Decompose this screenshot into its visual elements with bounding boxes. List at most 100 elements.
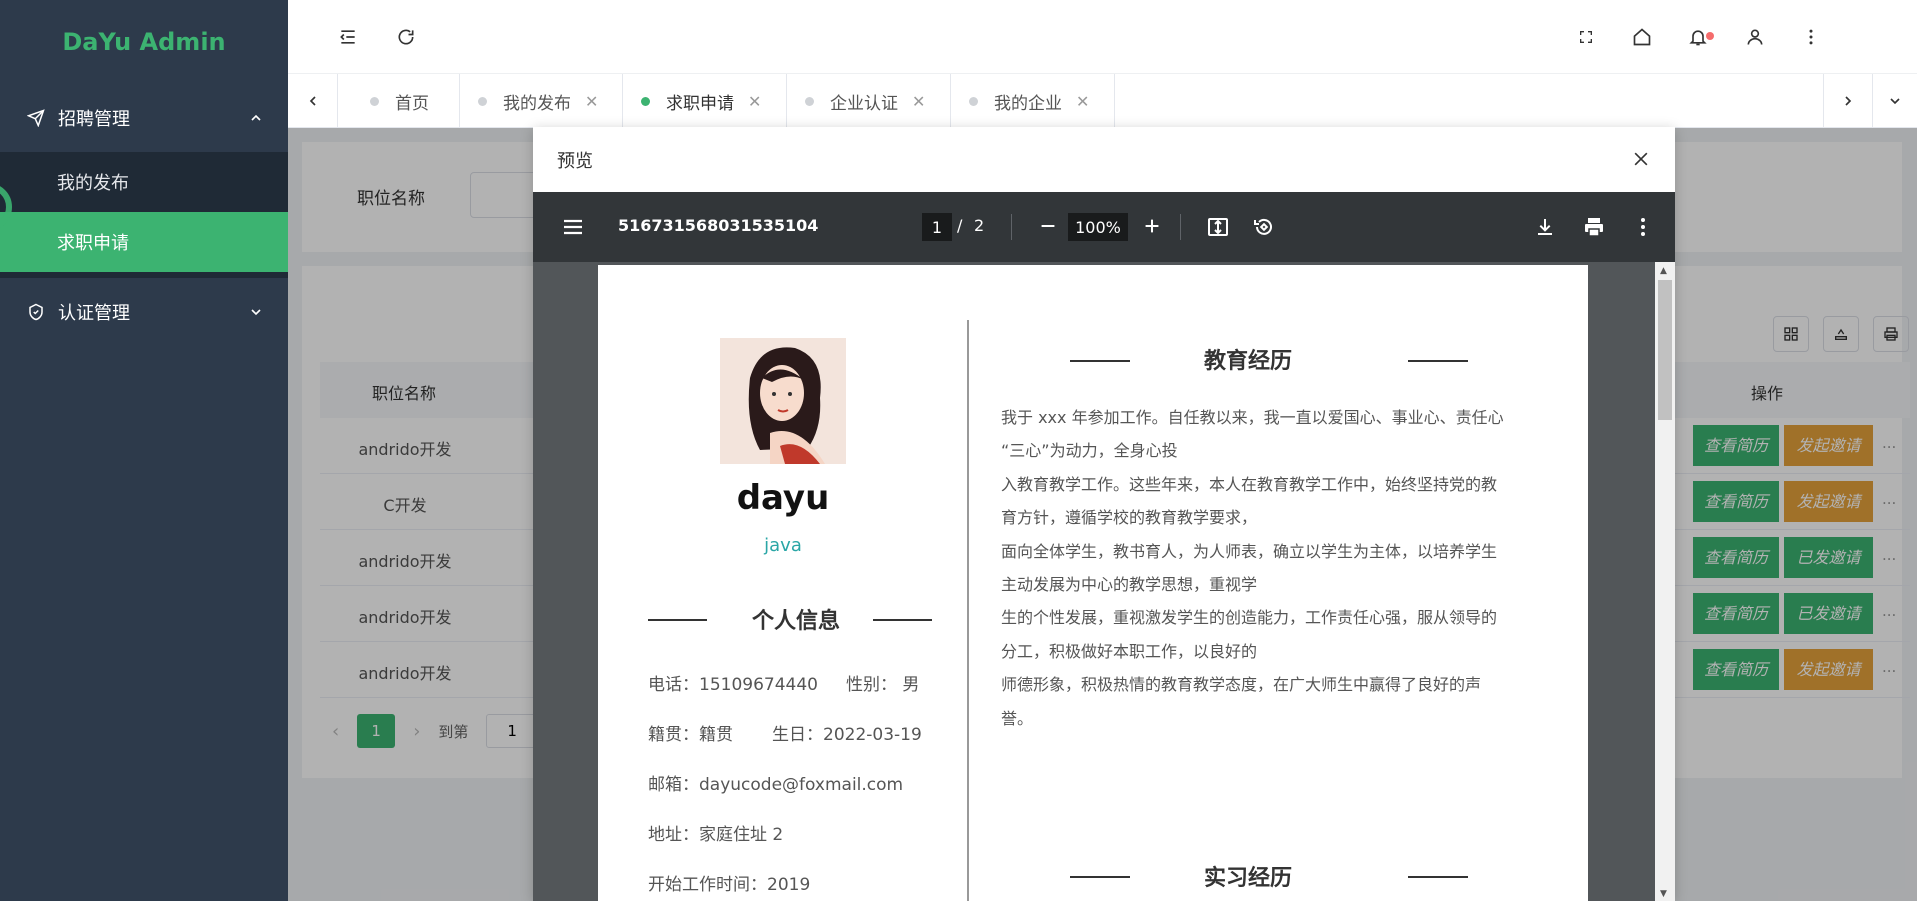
close-icon[interactable]: ✕: [1076, 92, 1089, 111]
scrollbar-thumb[interactable]: [1658, 280, 1672, 420]
menu-group-certification[interactable]: 认证管理: [0, 278, 288, 346]
education-line: 师德形象，积极热情的教育教学态度，在广大师生中赢得了良好的声: [1001, 675, 1482, 695]
pdf-filename: 516731568031535104: [618, 216, 819, 235]
zoom-out-icon[interactable]: [1037, 215, 1059, 241]
tab-status-dot: [969, 96, 978, 106]
avatar: [720, 338, 846, 464]
chevron-up-icon: [248, 110, 264, 126]
top-navbar: [288, 0, 1917, 74]
pdf-toolbar: 516731568031535104 1 / 2 100%: [533, 192, 1675, 262]
pdf-page: dayu java 个人信息 电话：15109674440 性别： 男 籍贯：籍…: [598, 265, 1588, 901]
education-heading: 教育经历: [1203, 349, 1292, 374]
tab-job-applications[interactable]: 求职申请 ✕: [623, 74, 787, 128]
scroll-down-icon[interactable]: ▼: [1660, 889, 1667, 899]
tabs-scroll-right[interactable]: [1823, 74, 1873, 128]
chevron-left-icon: [309, 96, 316, 106]
resume-name: dayu: [736, 478, 830, 518]
home-icon[interactable]: [1630, 25, 1654, 49]
fit-page-icon[interactable]: [1206, 215, 1230, 243]
education-line: 主动发展为中心的教学思想，重视学: [1001, 575, 1258, 595]
tab-label: 求职申请: [666, 93, 734, 114]
shield-check-icon: [26, 302, 46, 322]
internship-heading: 实习经历: [1203, 866, 1292, 891]
toolbar-divider: [1180, 214, 1181, 240]
email-text: 邮箱：dayucode@foxmail.com: [648, 775, 904, 795]
dialog-header: 预览: [533, 127, 1675, 192]
zoom-in-icon[interactable]: [1141, 215, 1163, 241]
print-icon[interactable]: [1582, 215, 1606, 243]
refresh-icon[interactable]: [394, 25, 418, 49]
menu-group-label: 招聘管理: [58, 109, 130, 130]
tab-status-dot: [805, 96, 814, 106]
more-vertical-icon[interactable]: [1799, 25, 1823, 49]
preview-dialog: 预览 516731568031535104 1 / 2 100% dayu ja…: [533, 127, 1675, 901]
pdf-scrollbar[interactable]: ▲ ▼: [1655, 262, 1675, 901]
chevron-down-icon: [1890, 98, 1900, 105]
education-line: 生的个性发展，重视激发学生的创造能力，工作责任心强，服从领导的: [1001, 608, 1498, 628]
user-icon[interactable]: [1743, 25, 1767, 49]
heading-rule: [873, 619, 932, 621]
hamburger-menu-icon[interactable]: [561, 215, 585, 243]
menu-group-label: 认证管理: [58, 303, 130, 324]
submenu-recruitment: 我的发布 求职申请: [0, 152, 288, 278]
send-icon: [26, 108, 46, 128]
heading-rule: [1070, 360, 1130, 362]
resume-position: java: [764, 535, 802, 556]
sidebar-item-job-applications[interactable]: 求职申请: [0, 212, 288, 272]
chevron-right-icon: [1845, 96, 1852, 106]
menu-fold-icon[interactable]: [336, 25, 360, 49]
tab-status-dot: [641, 96, 650, 106]
education-line: 育方针，遵循学校的教育教学要求，: [1001, 508, 1258, 528]
notification-badge: [1706, 32, 1714, 40]
app-logo: DaYu Admin: [62, 28, 226, 56]
tab-status-dot: [370, 96, 379, 106]
more-vertical-icon[interactable]: [1631, 215, 1655, 243]
scroll-up-icon[interactable]: ▲: [1660, 266, 1667, 276]
education-line: 面向全体学生，教书育人，为人师表，确立以学生为主体，以培养学生: [1001, 541, 1498, 561]
tab-label: 我的发布: [503, 93, 571, 114]
download-icon[interactable]: [1533, 215, 1557, 243]
tabs-list: 首页 我的发布 ✕ 求职申请 ✕ 企业认证 ✕ 我的企业 ✕: [338, 74, 1115, 128]
education-text: 我于 xxx 年参加工作。自任教以来，我一直以爱国心、事业心、责任心 “三心”为动…: [1001, 401, 1541, 735]
tab-label: 我的企业: [994, 93, 1062, 114]
pdf-page-separator: /: [957, 216, 963, 235]
tabs-scroll-left[interactable]: [288, 74, 338, 128]
dialog-title: 预览: [557, 150, 593, 172]
tab-my-company[interactable]: 我的企业 ✕: [951, 74, 1115, 128]
pdf-page-total: 2: [974, 216, 985, 235]
bell-icon[interactable]: [1686, 25, 1714, 49]
tab-company-certification[interactable]: 企业认证 ✕: [787, 74, 951, 128]
education-line: “三心”为动力，全身心投: [1001, 441, 1178, 461]
close-icon[interactable]: ✕: [912, 92, 925, 111]
education-line: 入教育教学工作。这些年来，本人在教育教学工作中，始终坚持党的教: [1001, 474, 1498, 494]
tab-home[interactable]: 首页: [338, 74, 460, 128]
heading-rule: [1070, 876, 1130, 878]
close-icon[interactable]: ✕: [748, 92, 761, 111]
tab-label: 首页: [395, 93, 429, 114]
menu-group-recruitment[interactable]: 招聘管理: [0, 84, 288, 152]
tab-my-posts[interactable]: 我的发布 ✕: [460, 74, 623, 128]
sidebar-item-my-posts[interactable]: 我的发布: [0, 152, 288, 212]
pdf-viewport[interactable]: dayu java 个人信息 电话：15109674440 性别： 男 籍贯：籍…: [533, 262, 1675, 901]
close-icon[interactable]: [1627, 145, 1655, 173]
rotate-icon[interactable]: [1252, 215, 1276, 243]
fullscreen-icon[interactable]: [1574, 25, 1598, 49]
birthday-text: 生日：2022-03-19: [772, 725, 922, 745]
chevron-down-icon: [248, 304, 264, 320]
heading-rule: [648, 619, 707, 621]
heading-rule: [1408, 360, 1468, 362]
heading-rule: [1408, 876, 1468, 878]
education-line: 誉。: [1001, 708, 1034, 728]
close-icon[interactable]: ✕: [585, 92, 598, 111]
gender-text: 性别： 男: [846, 675, 920, 695]
address-text: 地址：家庭住址 2: [648, 825, 784, 845]
tabs-bar: 首页 我的发布 ✕ 求职申请 ✕ 企业认证 ✕ 我的企业 ✕: [288, 74, 1917, 128]
origin-text: 籍贯：籍贯: [648, 725, 733, 745]
sidebar-item-label: 求职申请: [57, 233, 129, 254]
tabs-dropdown[interactable]: [1873, 74, 1917, 128]
pdf-page-input[interactable]: 1: [922, 213, 952, 241]
personal-info-heading: 个人信息: [751, 609, 840, 634]
start-work-text: 开始工作时间：2019: [648, 875, 811, 895]
zoom-level-input[interactable]: 100%: [1068, 213, 1128, 241]
tab-label: 企业认证: [830, 93, 898, 114]
